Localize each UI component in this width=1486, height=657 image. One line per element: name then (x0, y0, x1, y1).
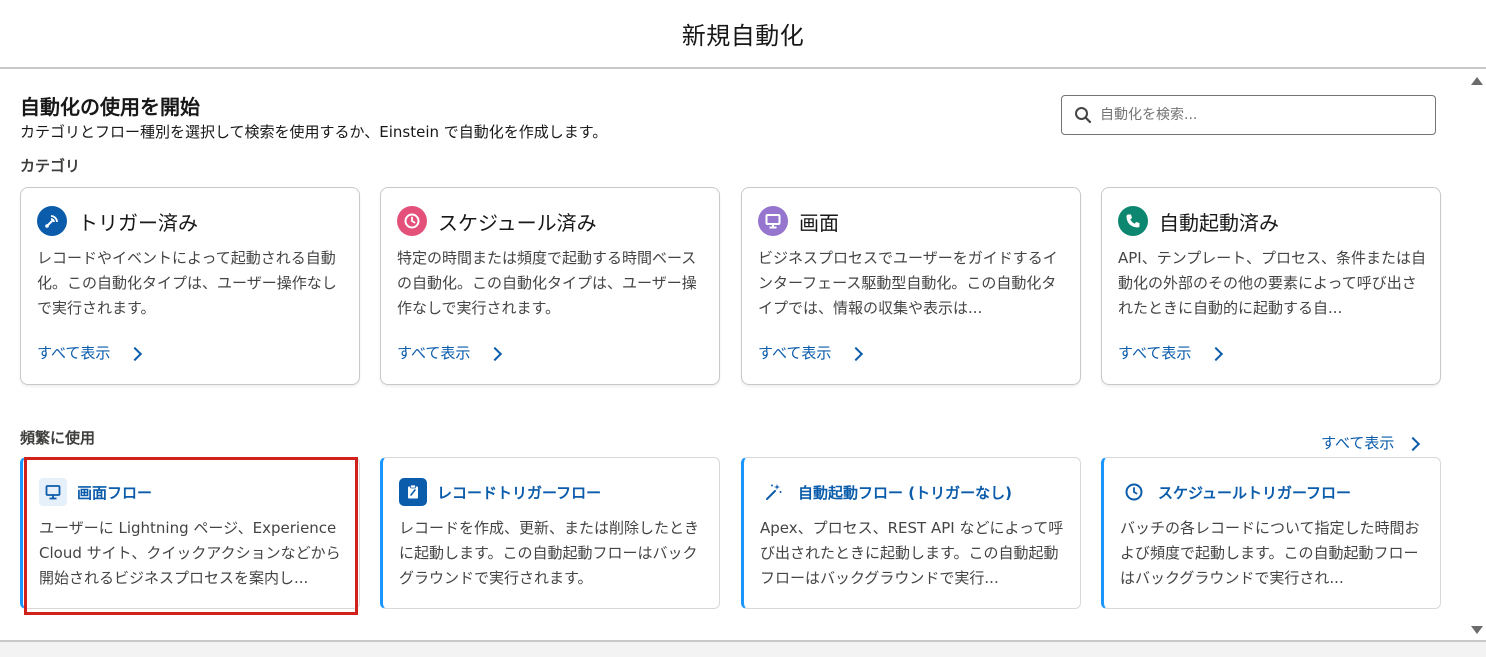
flow-card-screen-flow[interactable]: 画面フロー ユーザーに Lightning ページ、Experience Clo… (20, 457, 360, 609)
category-view-all-link[interactable]: すべて表示 (397, 342, 503, 363)
category-title: スケジュール済み (438, 210, 597, 235)
flow-description: Apex、プロセス、REST API などによって呼び出されたときに起動します。… (760, 519, 1064, 587)
modal-body[interactable]: 自動化の使用を開始 カテゴリとフロー種別を選択して検索を使用するか、Einste… (0, 69, 1486, 640)
category-title: 画面 (799, 210, 839, 235)
clock-icon (1120, 478, 1148, 506)
category-title: トリガー済み (78, 210, 198, 235)
modal-header: 新規自動化 (0, 0, 1486, 69)
phone-icon (1118, 206, 1148, 236)
page-subtitle: カテゴリとフロー種別を選択して検索を使用するか、Einstein で自動化を作成… (20, 123, 608, 141)
view-all-label: すべて表示 (37, 344, 111, 362)
chevron-right-icon (488, 346, 503, 361)
category-description: レコードやイベントによって起動される自動化。この自動化タイプは、ユーザー操作なし… (37, 249, 337, 317)
scroll-down-arrow-icon[interactable] (1471, 626, 1483, 634)
trigger-icon (37, 206, 67, 236)
flow-card-record-triggered[interactable]: レコードトリガーフロー レコードを作成、更新、または削除したときに起動します。こ… (380, 457, 720, 609)
clipboard-icon (399, 478, 427, 506)
view-all-label: すべて表示 (1321, 434, 1395, 452)
category-card-autolaunched[interactable]: 自動起動済み API、テンプレート、プロセス、条件または自動化の外部のその他の要… (1101, 187, 1441, 385)
clock-icon (397, 206, 427, 236)
chevron-right-icon (1209, 346, 1224, 361)
view-all-label: すべて表示 (758, 344, 832, 362)
view-all-label: すべて表示 (397, 344, 471, 362)
modal-title: 新規自動化 (681, 22, 805, 50)
flow-description: ユーザーに Lightning ページ、Experience Cloud サイト… (39, 519, 341, 587)
page-heading: 自動化の使用を開始 (20, 95, 200, 119)
flow-card-autolaunched[interactable]: 自動起動フロー (トリガーなし) Apex、プロセス、REST API などによ… (741, 457, 1081, 609)
flow-description: レコードを作成、更新、または削除したときに起動します。この自動起動フローはバック… (399, 519, 700, 587)
categories-label: カテゴリ (20, 157, 81, 175)
category-card-screen[interactable]: 画面 ビジネスプロセスでユーザーをガイドするインターフェース駆動型自動化。この自… (741, 187, 1081, 385)
modal-footer (0, 640, 1486, 657)
flow-title: レコードトリガーフロー (437, 483, 602, 502)
monitor-icon (39, 478, 67, 506)
flow-title: 自動起動フロー (トリガーなし) (798, 483, 1012, 502)
view-all-label: すべて表示 (1118, 344, 1192, 362)
category-view-all-link[interactable]: すべて表示 (758, 342, 864, 363)
screen-icon (758, 206, 788, 236)
scroll-up-arrow-icon[interactable] (1471, 77, 1483, 85)
chevron-right-icon (1406, 436, 1421, 451)
category-description: ビジネスプロセスでユーザーをガイドするインターフェース駆動型自動化。この自動化タ… (758, 249, 1058, 317)
category-card-triggered[interactable]: トリガー済み レコードやイベントによって起動される自動化。この自動化タイプは、ユ… (20, 187, 360, 385)
category-description: 特定の時間または頻度で起動する時間ベースの自動化。この自動化タイプは、ユーザー操… (397, 249, 697, 317)
chevron-right-icon (849, 346, 864, 361)
category-description: API、テンプレート、プロセス、条件または自動化の外部のその他の要素によって呼び… (1118, 249, 1426, 317)
search-input[interactable] (1100, 107, 1400, 123)
flow-title: 画面フロー (77, 483, 153, 502)
category-view-all-link[interactable]: すべて表示 (37, 342, 143, 363)
search-box[interactable] (1061, 95, 1436, 135)
frequently-used-label: 頻繁に使用 (20, 429, 96, 447)
category-view-all-link[interactable]: すべて表示 (1118, 342, 1224, 363)
magic-wand-icon (760, 478, 788, 506)
flow-title: スケジュールトリガーフロー (1158, 483, 1352, 502)
category-card-scheduled[interactable]: スケジュール済み 特定の時間または頻度で起動する時間ベースの自動化。この自動化タ… (380, 187, 720, 385)
frequent-view-all-link[interactable]: すべて表示 (1321, 432, 1421, 453)
flow-card-schedule-triggered[interactable]: スケジュールトリガーフロー バッチの各レコードについて指定した時間および頻度で起… (1101, 457, 1441, 609)
category-title: 自動起動済み (1159, 210, 1279, 235)
search-icon (1074, 106, 1092, 124)
flow-description: バッチの各レコードについて指定した時間および頻度で起動します。この自動起動フロー… (1120, 519, 1420, 587)
chevron-right-icon (128, 346, 143, 361)
